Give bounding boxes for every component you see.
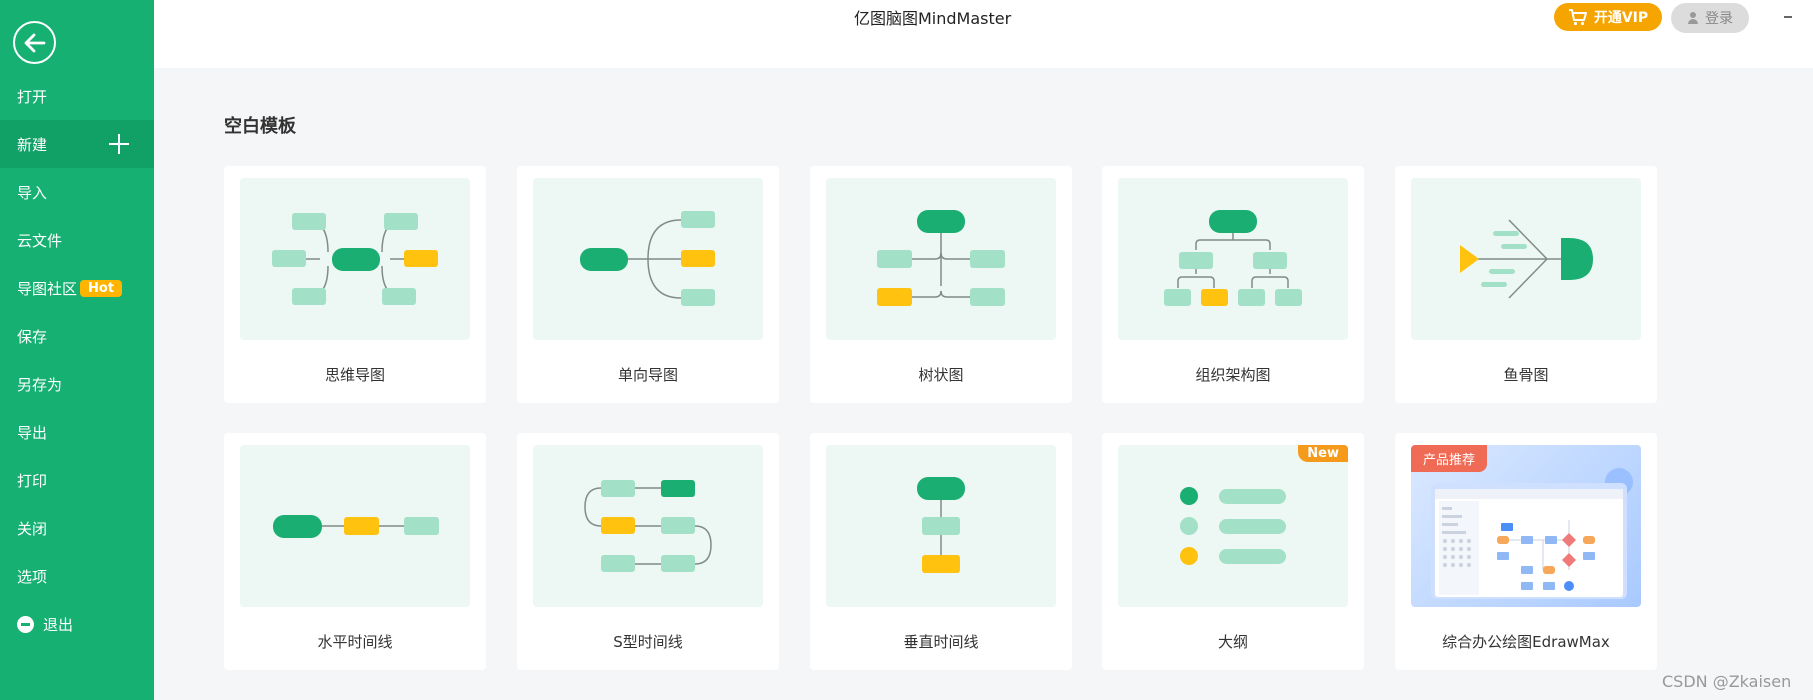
template-label: 鱼骨图 (1503, 366, 1549, 384)
watermark: CSDN @Zkaisen (1662, 672, 1792, 691)
one-way-map-thumbnail (533, 178, 763, 340)
vip-button[interactable]: 开通VIP (1554, 3, 1662, 31)
mind-map-thumbnail (240, 178, 470, 340)
s-timeline-thumbnail (533, 445, 763, 607)
template-card-fishbone[interactable]: 鱼骨图 (1395, 166, 1657, 403)
sidebar-item-label: 选项 (17, 567, 48, 586)
sidebar: 打开 新建 导入 云文件 导图社区 Hot 保存 另存为 导出 打印 关闭 选项 … (0, 0, 154, 700)
sidebar-item-save-as[interactable]: 另存为 (0, 360, 154, 408)
outline-thumbnail (1118, 445, 1348, 607)
sidebar-item-new[interactable]: 新建 (0, 120, 154, 168)
fishbone-thumbnail (1411, 178, 1641, 340)
template-label: 垂直时间线 (903, 633, 979, 651)
template-label: 综合办公绘图EdrawMax (1442, 633, 1610, 651)
org-chart-thumbnail (1118, 178, 1348, 340)
back-arrow-icon[interactable] (13, 21, 56, 64)
sidebar-item-print[interactable]: 打印 (0, 456, 154, 504)
edrawmax-thumbnail: 产品推荐 (1411, 445, 1641, 607)
vertical-timeline-thumbnail (826, 445, 1056, 607)
section-title: 空白模板 (224, 116, 296, 137)
template-label: 思维导图 (324, 366, 385, 384)
login-button[interactable]: 登录 (1671, 3, 1749, 33)
sidebar-item-label: 退出 (43, 615, 74, 634)
template-card-org-chart[interactable]: 组织架构图 (1102, 166, 1364, 403)
sidebar-item-label: 导图社区 (17, 279, 78, 298)
template-card-vertical-timeline[interactable]: 垂直时间线 (810, 433, 1072, 670)
sidebar-item-label: 导入 (17, 183, 48, 202)
sidebar-item-save[interactable]: 保存 (0, 312, 154, 360)
sidebar-item-label: 打印 (17, 471, 48, 490)
sidebar-item-cloud-files[interactable]: 云文件 (0, 216, 154, 264)
login-label: 登录 (1705, 11, 1733, 27)
sidebar-item-label: 打开 (17, 87, 48, 106)
sidebar-item-label: 新建 (17, 135, 48, 154)
sidebar-item-close[interactable]: 关闭 (0, 504, 154, 552)
sidebar-item-exit[interactable]: 退出 (0, 600, 154, 648)
minimize-icon[interactable] (1784, 16, 1792, 18)
sidebar-item-label: 云文件 (17, 231, 63, 250)
sidebar-item-label: 保存 (17, 327, 48, 346)
app-title: 亿图脑图MindMaster (854, 9, 1012, 28)
template-card-tree-chart[interactable]: 树状图 (810, 166, 1072, 403)
sidebar-item-label: 关闭 (17, 519, 48, 538)
sidebar-item-open[interactable]: 打开 (0, 72, 154, 120)
top-bar: 亿图脑图MindMaster 开通VIP 登录 (154, 0, 1813, 68)
template-label: 树状图 (918, 366, 964, 384)
hot-badge: Hot (80, 279, 123, 297)
sidebar-item-export[interactable]: 导出 (0, 408, 154, 456)
horizontal-timeline-thumbnail (240, 445, 470, 607)
template-label: 大纲 (1217, 633, 1248, 651)
template-card-mind-map[interactable]: 思维导图 (224, 166, 486, 403)
vip-label: 开通VIP (1593, 10, 1649, 26)
template-card-horizontal-timeline[interactable]: 水平时间线 (224, 433, 486, 670)
template-card-edrawmax[interactable]: 产品推荐 综合办公绘图EdrawMax (1395, 433, 1657, 670)
promo-badge: 产品推荐 (1411, 445, 1488, 472)
sidebar-item-community[interactable]: 导图社区 Hot (0, 264, 154, 312)
exit-icon (17, 615, 34, 633)
template-card-one-way-map[interactable]: 单向导图 (517, 166, 779, 403)
plus-icon[interactable] (109, 134, 129, 154)
sidebar-item-label: 另存为 (17, 375, 63, 394)
new-badge: New (1298, 445, 1348, 462)
template-label: 水平时间线 (317, 633, 393, 651)
cart-icon (1568, 9, 1587, 26)
sidebar-item-import[interactable]: 导入 (0, 168, 154, 216)
sidebar-item-options[interactable]: 选项 (0, 552, 154, 600)
template-label: 单向导图 (617, 366, 678, 384)
template-label: S型时间线 (613, 633, 683, 651)
template-card-s-timeline[interactable]: S型时间线 (517, 433, 779, 670)
user-icon (1687, 12, 1699, 24)
tree-chart-thumbnail (826, 178, 1056, 340)
template-label: 组织架构图 (1195, 366, 1271, 384)
sidebar-item-label: 导出 (17, 423, 48, 442)
sidebar-menu: 打开 新建 导入 云文件 导图社区 Hot 保存 另存为 导出 打印 关闭 选项 … (0, 72, 154, 648)
template-card-outline[interactable]: New 大纲 (1102, 433, 1364, 670)
